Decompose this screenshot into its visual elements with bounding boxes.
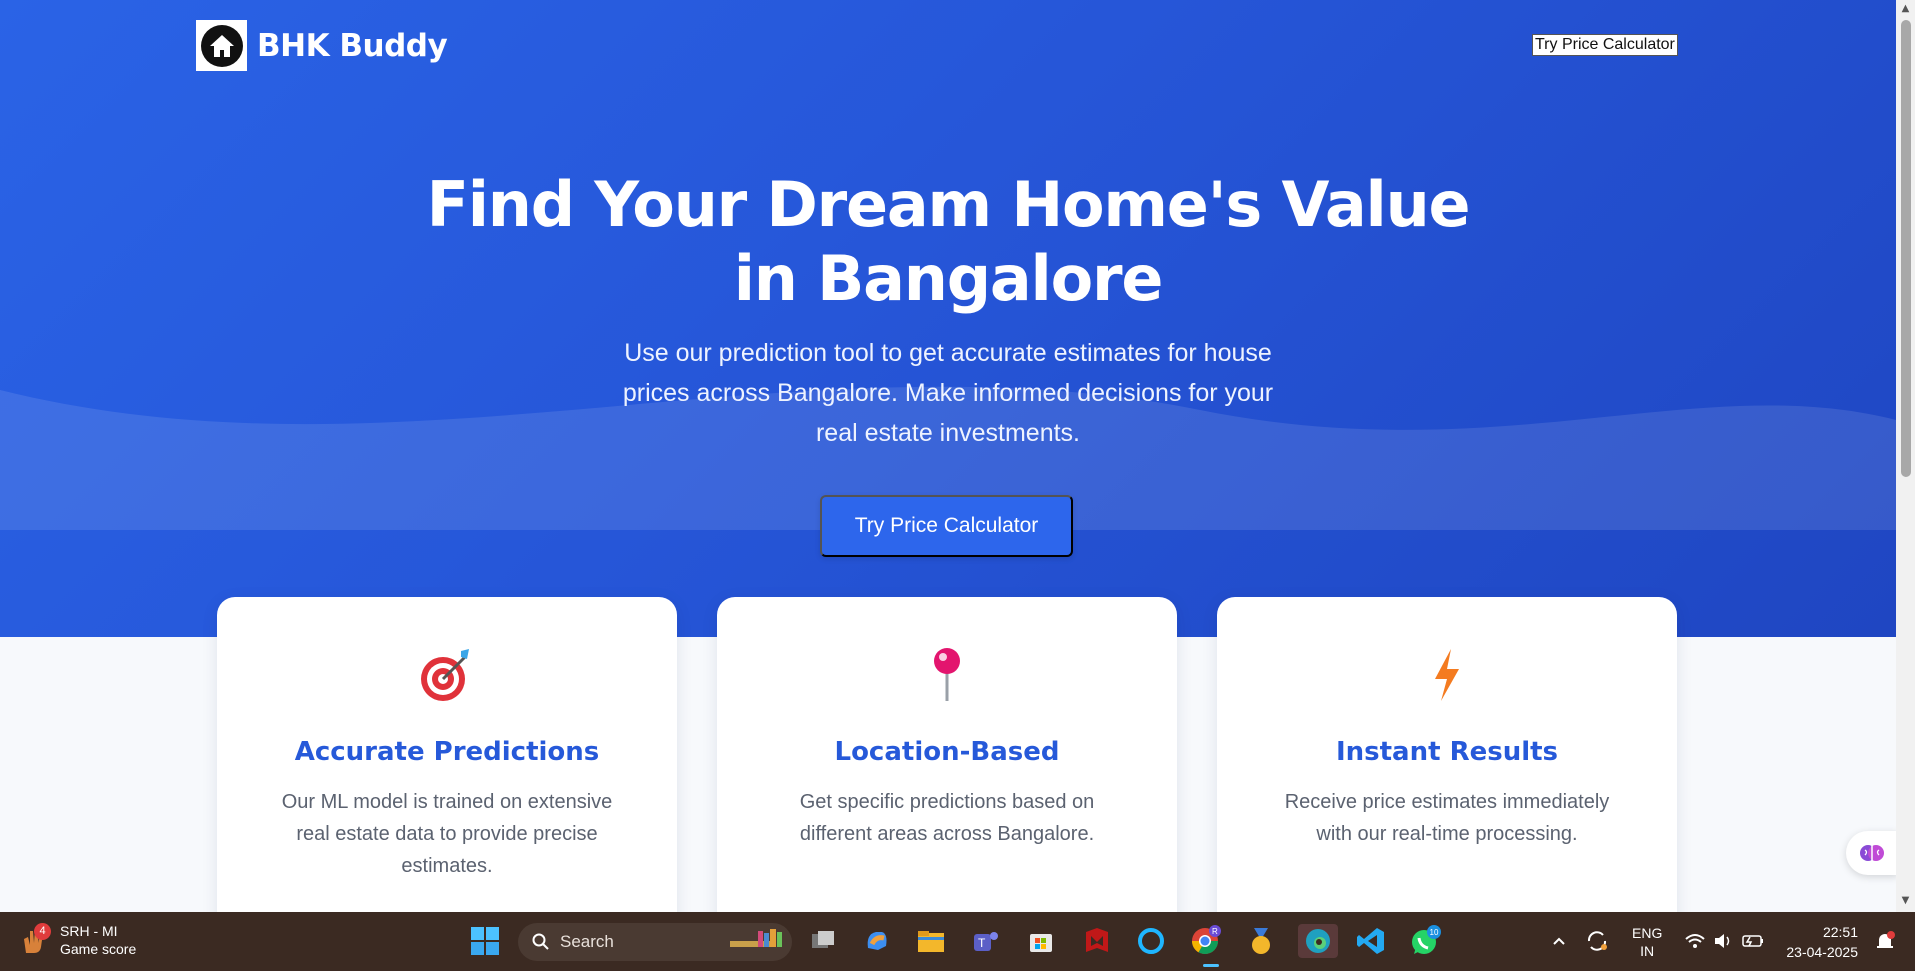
- hero-subtitle-line2: prices across Bangalore. Make informed d…: [622, 379, 1274, 407]
- books-icon: [728, 927, 784, 958]
- clock-date: 23-04-2025: [1786, 944, 1858, 960]
- house-icon: [200, 24, 243, 67]
- hand-icon: 4: [20, 923, 51, 955]
- feature-card: Accurate Predictions Our ML model is tra…: [217, 597, 677, 912]
- notifications-icon[interactable]: [1868, 924, 1902, 958]
- feature-card: Location-Based Get specific predictions …: [717, 597, 1177, 912]
- system-clock[interactable]: 22:51 23-04-2025: [1778, 922, 1858, 962]
- notification-badge: 4: [34, 923, 51, 940]
- battery-icon[interactable]: [1736, 924, 1770, 958]
- teams-icon[interactable]: T: [968, 924, 1002, 958]
- feature-description: Get specific predictions based on differ…: [757, 786, 1137, 850]
- hero-subtitle-line3: real estate investments.: [815, 419, 1080, 447]
- hero-subtitle-line1: Use our prediction tool to get accurate …: [624, 339, 1272, 367]
- task-view-icon[interactable]: [806, 924, 840, 958]
- windows-taskbar: 4 SRH - MI Game score Search T R 10 ENG …: [0, 912, 1915, 971]
- vertical-scrollbar[interactable]: ▲ ▼: [1896, 0, 1915, 912]
- lightning-icon: [1217, 645, 1677, 705]
- feature-description-line: real estate data to provide precise: [296, 823, 598, 845]
- target-dart-icon: [217, 645, 677, 705]
- sync-icon[interactable]: [1580, 924, 1614, 958]
- vscode-icon[interactable]: [1354, 924, 1388, 958]
- windows-start-icon[interactable]: [468, 924, 502, 958]
- whatsapp-icon[interactable]: 10: [1408, 924, 1442, 958]
- ai-assistant-button[interactable]: [1846, 831, 1896, 875]
- browser-viewport: BHK Buddy Try Price Calculator Find Your…: [0, 0, 1896, 912]
- feature-description: Our ML model is trained on extensive rea…: [257, 786, 637, 882]
- mcafee-icon[interactable]: [1080, 924, 1114, 958]
- search-label: Search: [560, 932, 614, 951]
- whatsapp-badge: 10: [1430, 928, 1439, 937]
- scrollbar-thumb[interactable]: [1901, 20, 1911, 477]
- region-code: IN: [1640, 942, 1655, 959]
- clock-time: 22:51: [1822, 924, 1858, 940]
- navbar: BHK Buddy: [196, 20, 448, 71]
- brand-name[interactable]: BHK Buddy: [257, 28, 448, 64]
- edge-icon[interactable]: [1298, 924, 1338, 958]
- chrome-profile-badge: R: [1212, 927, 1218, 936]
- hero-subtitle: Use our prediction tool to get accurate …: [548, 333, 1348, 453]
- cortana-icon[interactable]: [1134, 924, 1168, 958]
- brain-icon: [1860, 845, 1884, 861]
- hero-title-line1: Find Your Dream Home's Value: [426, 168, 1471, 241]
- volume-icon[interactable]: [1706, 924, 1740, 958]
- try-price-calculator-button[interactable]: Try Price Calculator: [820, 495, 1073, 557]
- hero-title-line2: in Bangalore: [733, 242, 1164, 315]
- map-pin-icon: [717, 645, 1177, 705]
- search-icon: [532, 933, 549, 950]
- feature-title: Instant Results: [1335, 737, 1559, 767]
- language-code: ENG: [1632, 924, 1663, 941]
- chevron-up-icon[interactable]: [1542, 924, 1576, 958]
- nav-price-calculator-link[interactable]: Try Price Calculator: [1532, 34, 1678, 56]
- feature-title: Accurate Predictions: [294, 737, 600, 767]
- feature-description: Receive price estimates immediately with…: [1257, 786, 1637, 850]
- taskbar-search[interactable]: Search: [518, 923, 792, 961]
- hero-title: Find Your Dream Home's Value in Bangalor…: [0, 168, 1896, 316]
- game-subtitle: Game score: [60, 941, 137, 957]
- medal-icon[interactable]: [1244, 924, 1278, 958]
- logo[interactable]: [196, 20, 247, 71]
- copilot-icon[interactable]: [860, 924, 894, 958]
- feature-description-line: different areas across Bangalore.: [799, 823, 1095, 845]
- hero-section: BHK Buddy Try Price Calculator Find Your…: [0, 0, 1896, 637]
- feature-description-line: with our real-time processing.: [1316, 823, 1578, 845]
- feature-description-line: Receive price estimates immediately: [1284, 791, 1610, 813]
- feature-description-line: Get specific predictions based on: [799, 791, 1095, 813]
- active-app-indicator: [1203, 964, 1219, 967]
- feature-description-line: Our ML model is trained on extensive: [281, 791, 613, 813]
- scroll-down-arrow-icon[interactable]: ▼: [1900, 896, 1911, 906]
- scroll-up-arrow-icon[interactable]: ▲: [1900, 4, 1911, 14]
- feature-description-line: estimates.: [401, 855, 493, 877]
- game-title: SRH - MI: [60, 923, 118, 939]
- game-score-widget[interactable]: 4 SRH - MI Game score: [20, 922, 136, 958]
- file-explorer-icon[interactable]: [914, 924, 948, 958]
- chrome-icon[interactable]: R: [1188, 924, 1222, 958]
- feature-card: Instant Results Receive price estimates …: [1217, 597, 1677, 912]
- language-indicator[interactable]: ENG IN: [1632, 912, 1662, 971]
- microsoft-store-icon[interactable]: [1024, 924, 1058, 958]
- svg-text:T: T: [978, 936, 986, 950]
- feature-title: Location-Based: [834, 737, 1060, 767]
